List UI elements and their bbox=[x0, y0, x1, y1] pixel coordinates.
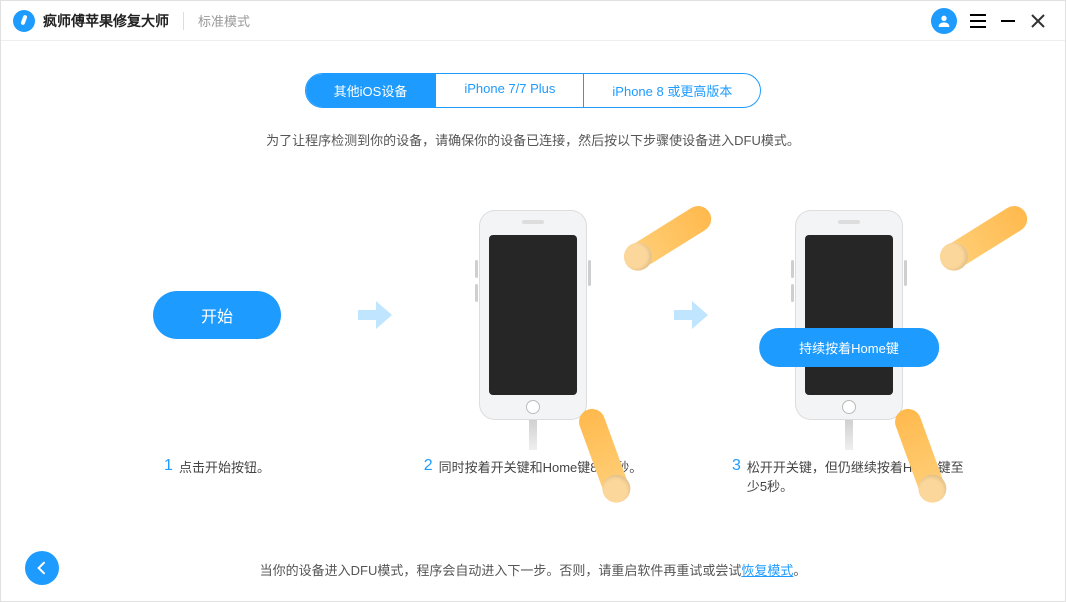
step-2: 2 同时按着开关键和Home键8-10秒。 bbox=[408, 185, 658, 497]
step-number: 3 bbox=[732, 457, 741, 475]
phone-illustration bbox=[479, 210, 587, 420]
minimize-icon[interactable] bbox=[993, 6, 1023, 36]
step-3: 持续按着Home键 3 松开开关键，但仍继续按着Home键至少5秒。 bbox=[724, 185, 974, 497]
footer-text-after: 。 bbox=[793, 563, 806, 578]
finger-power-icon bbox=[942, 201, 1032, 271]
main-content: 其他iOS设备 iPhone 7/7 Plus iPhone 8 或更高版本 为… bbox=[1, 41, 1065, 497]
menu-icon[interactable] bbox=[963, 6, 993, 36]
close-icon[interactable] bbox=[1023, 6, 1053, 36]
user-icon[interactable] bbox=[931, 8, 957, 34]
step-description: 点击开始按钮。 bbox=[179, 457, 270, 476]
tab-other-ios[interactable]: 其他iOS设备 bbox=[306, 74, 436, 107]
arrow-icon bbox=[352, 185, 398, 445]
app-logo bbox=[13, 10, 35, 32]
instruction-text: 为了让程序检测到你的设备，请确保你的设备已连接，然后按以下步骤使设备进入DFU模… bbox=[81, 130, 985, 149]
step-1: 开始 1 点击开始按钮。 bbox=[92, 185, 342, 497]
step-number: 1 bbox=[164, 457, 173, 475]
tab-iphone7[interactable]: iPhone 7/7 Plus bbox=[435, 74, 583, 107]
phone-illustration bbox=[795, 210, 903, 420]
divider bbox=[183, 12, 184, 30]
steps-row: 开始 1 点击开始按钮。 bbox=[81, 185, 985, 497]
footer: 当你的设备进入DFU模式，程序会自动进入下一步。否则，请重启软件再重试或尝试恢复… bbox=[1, 560, 1065, 579]
step-number: 2 bbox=[424, 457, 433, 475]
back-button[interactable] bbox=[25, 551, 59, 585]
mode-label: 标准模式 bbox=[198, 11, 250, 30]
device-tabs: 其他iOS设备 iPhone 7/7 Plus iPhone 8 或更高版本 bbox=[305, 73, 762, 108]
title-bar: 疯师傅苹果修复大师 标准模式 bbox=[1, 1, 1065, 41]
footer-text: 当你的设备进入DFU模式，程序会自动进入下一步。否则，请重启软件再重试或尝试 bbox=[260, 563, 742, 578]
app-title: 疯师傅苹果修复大师 bbox=[43, 11, 169, 31]
tab-iphone8plus[interactable]: iPhone 8 或更高版本 bbox=[583, 74, 760, 107]
start-button[interactable]: 开始 bbox=[153, 291, 281, 339]
recovery-mode-link[interactable]: 恢复模式 bbox=[741, 563, 793, 578]
hold-home-label: 持续按着Home键 bbox=[759, 328, 939, 367]
